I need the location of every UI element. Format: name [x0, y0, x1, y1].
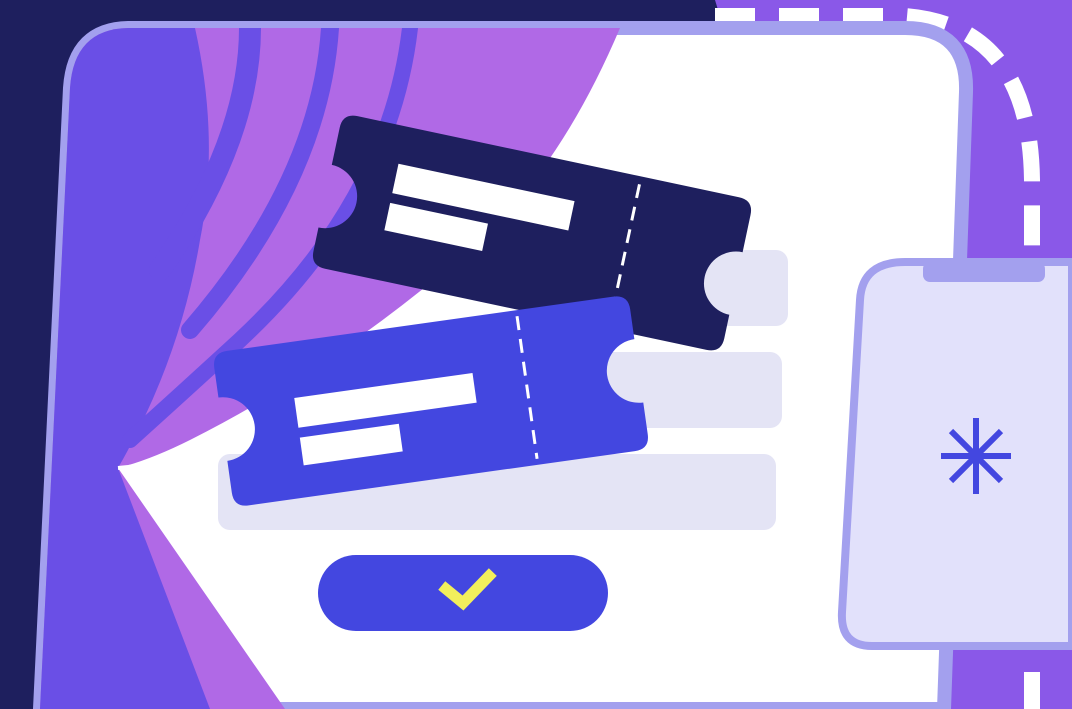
confirm-button — [318, 555, 608, 631]
phone-notch — [923, 262, 1045, 282]
illustration-stage — [0, 0, 1072, 709]
theater-ticket-illustration — [0, 0, 1072, 709]
phone — [837, 258, 1072, 650]
